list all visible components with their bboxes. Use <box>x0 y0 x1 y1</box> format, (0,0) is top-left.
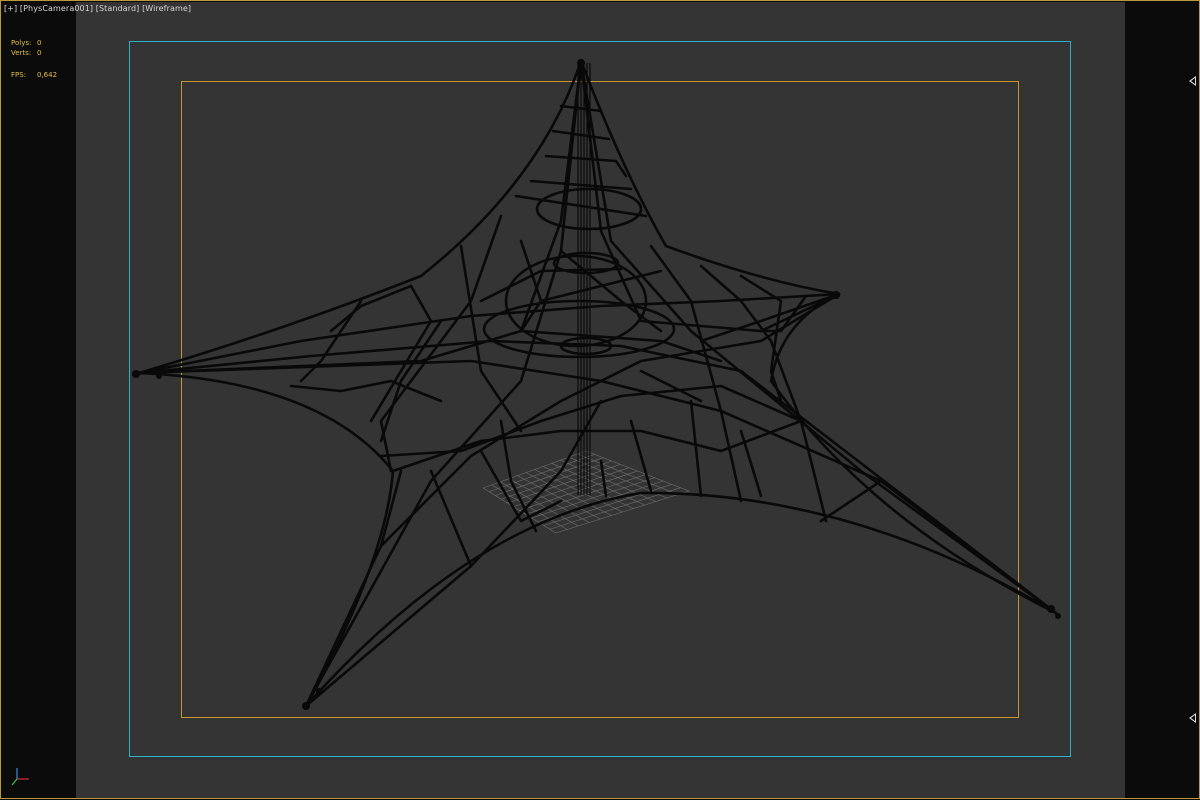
polys-stat: Polys: 0 <box>11 38 57 48</box>
viewport-display-mode-label[interactable]: [Wireframe] <box>142 4 191 13</box>
viewport-label-bar: [+] [PhysCamera001] [Standard] [Wirefram… <box>4 4 191 13</box>
tent-wireframe <box>137 59 1058 708</box>
verts-stat: Verts: 0 <box>11 48 57 58</box>
viewport-statistics: Polys: 0 Verts: 0 FPS: 0,642 <box>11 38 57 80</box>
polys-label: Polys: <box>11 39 32 47</box>
verts-label: Verts: <box>11 49 32 57</box>
wireframe-scene[interactable] <box>1 1 1200 800</box>
polys-value: 0 <box>37 39 42 47</box>
camera-viewport[interactable]: [+] [PhysCamera001] [Standard] [Wirefram… <box>0 0 1200 799</box>
viewport-shading-label[interactable]: [Standard] <box>96 4 140 13</box>
triangle-left-icon[interactable] <box>1189 713 1196 723</box>
viewport-menu-label[interactable]: [+] <box>4 4 17 13</box>
xyz-axis-icon <box>11 768 29 786</box>
fps-stat: FPS: 0,642 <box>11 70 57 80</box>
fps-value: 0,642 <box>37 71 58 79</box>
verts-value: 0 <box>37 49 42 57</box>
viewport-camera-label[interactable]: [PhysCamera001] <box>20 4 93 13</box>
triangle-left-icon[interactable] <box>1189 76 1196 86</box>
fps-label: FPS: <box>11 71 27 79</box>
